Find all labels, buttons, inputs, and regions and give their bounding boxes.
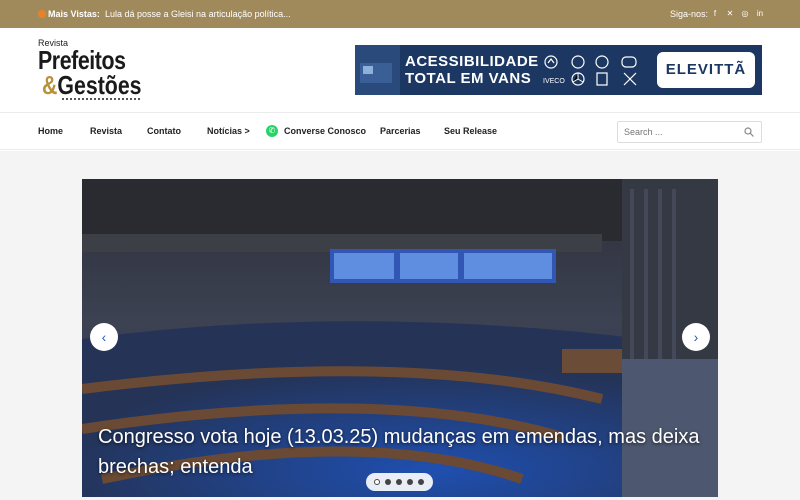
slider-dot[interactable] xyxy=(374,479,380,485)
linkedin-icon[interactable]: in xyxy=(755,9,765,19)
van-graphic-icon xyxy=(355,45,400,95)
facebook-icon[interactable]: f xyxy=(710,9,720,19)
slider-dot[interactable] xyxy=(418,479,424,485)
logo-gestoes-text: Gestões xyxy=(57,70,142,100)
site-header: Revista Prefeitos &Gestões ACESSIBILIDAD… xyxy=(0,28,800,112)
banner-headline-2: TOTAL EM VANS xyxy=(405,70,532,87)
slider-pagination xyxy=(366,473,433,491)
most-viewed-headline-link[interactable]: Lula dá posse a Gleisi na articulação po… xyxy=(105,9,291,19)
nav-seu-release[interactable]: Seu Release xyxy=(444,126,497,136)
banner-brand-pill: ELEVITTÃ xyxy=(657,52,755,88)
search-box xyxy=(617,121,762,143)
nav-revista[interactable]: Revista xyxy=(90,126,122,136)
slider-prev-button[interactable]: ‹ xyxy=(90,323,118,351)
nav-parcerias[interactable]: Parcerias xyxy=(380,126,421,136)
vehicle-brands-icon: IVECO xyxy=(543,55,637,86)
slider-dot[interactable] xyxy=(385,479,391,485)
logo-gestoes-line: &Gestões xyxy=(42,70,142,101)
whatsapp-icon: ✆ xyxy=(266,125,278,137)
fire-icon xyxy=(38,10,46,18)
logo-ampersand: & xyxy=(42,70,58,100)
ad-banner[interactable]: ACESSIBILIDADE TOTAL EM VANS IVECO ELEVI… xyxy=(355,45,762,95)
instagram-icon[interactable]: ◎ xyxy=(740,9,750,19)
nav-noticias[interactable]: Notícias > xyxy=(207,126,250,136)
slider-dot[interactable] xyxy=(407,479,413,485)
top-bar: Mais Vistas: Lula dá posse a Gleisi na a… xyxy=(0,0,800,28)
svg-text:IVECO: IVECO xyxy=(543,78,565,85)
nav-contato[interactable]: Contato xyxy=(147,126,181,136)
search-input[interactable] xyxy=(624,125,734,139)
logo-divider xyxy=(62,98,140,100)
slider-dot[interactable] xyxy=(396,479,402,485)
banner-headline-1: ACESSIBILIDADE xyxy=(405,53,539,70)
nav-home[interactable]: Home xyxy=(38,126,63,136)
main-nav: Home Revista Contato Notícias > ✆ Conver… xyxy=(0,112,800,150)
nav-converse-conosco[interactable]: Converse Conosco xyxy=(284,126,366,136)
follow-us-label: Siga-nos: xyxy=(670,9,709,19)
slider-next-button[interactable]: › xyxy=(682,323,710,351)
most-viewed-label: Mais Vistas: xyxy=(48,9,100,19)
x-twitter-icon[interactable]: ✕ xyxy=(725,9,735,19)
search-icon[interactable] xyxy=(744,127,754,137)
